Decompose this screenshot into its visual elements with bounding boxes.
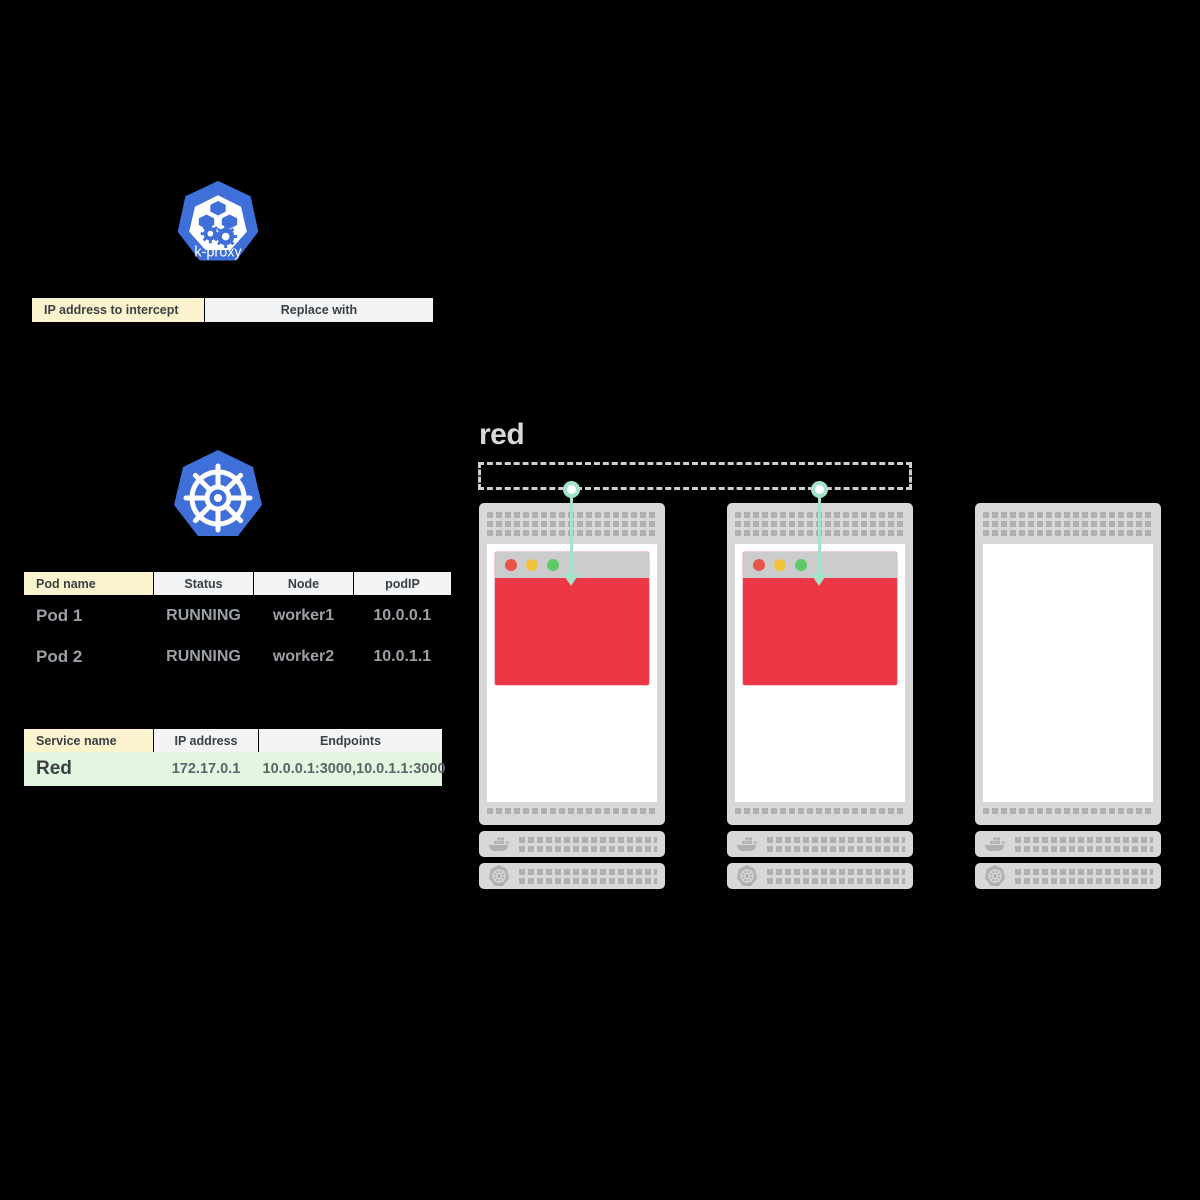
table-header-row: Pod name Status Node podIP [24, 572, 451, 595]
kubernetes-wheel-icon [735, 864, 759, 888]
connector-arrow-node-2 [811, 574, 827, 586]
rack-vent [767, 836, 905, 852]
minimize-icon[interactable] [774, 559, 786, 571]
col-ip-address: IP address [153, 729, 259, 752]
docker-rack [975, 831, 1161, 857]
bottom-vent [735, 808, 905, 814]
col-replace-with: Replace with [204, 298, 433, 322]
table-header-row: IP address to intercept Replace with [32, 298, 433, 322]
col-service-name: Service name [24, 729, 154, 752]
intercept-table: IP address to intercept Replace with [32, 298, 433, 322]
kubernetes-rack [975, 863, 1161, 889]
cell-ip-address: 172.17.0.1 [153, 752, 259, 786]
table-header-row: Service name IP address Endpoints [24, 729, 442, 752]
connector-line-node-1 [570, 489, 573, 576]
node-chassis [975, 503, 1161, 825]
rack-vent [519, 868, 657, 884]
docker-icon [735, 832, 759, 856]
cell-pod-name: Pod 1 [24, 595, 154, 636]
cell-status: RUNNING [153, 595, 254, 636]
connector-line-node-2 [818, 489, 821, 576]
k-proxy-icon: k-proxy [170, 178, 266, 274]
kubernetes-icon [168, 448, 268, 548]
col-status: Status [153, 572, 254, 595]
rack-vent [1015, 836, 1153, 852]
col-node: Node [253, 572, 354, 595]
cell-endpoints: 10.0.0.1:3000,10.0.1.1:3000 [258, 752, 446, 786]
kubernetes-rack [479, 863, 665, 889]
kubernetes-wheel-icon [487, 864, 511, 888]
maximize-icon[interactable] [795, 559, 807, 571]
docker-rack [479, 831, 665, 857]
diagram-canvas: k-proxy IP address to intercept Replace … [0, 0, 1200, 1200]
close-icon[interactable] [505, 559, 517, 571]
node-3 [975, 503, 1161, 889]
bottom-vent [983, 808, 1153, 814]
minimize-icon[interactable] [526, 559, 538, 571]
col-ip-to-intercept: IP address to intercept [32, 298, 205, 322]
cell-service-name: Red [24, 752, 154, 786]
docker-icon [487, 832, 511, 856]
bottom-vent [487, 808, 657, 814]
cell-status: RUNNING [153, 636, 254, 677]
service-boundary-box [478, 462, 912, 490]
service-title: red [479, 418, 525, 451]
rack-vent [1015, 868, 1153, 884]
maximize-icon[interactable] [547, 559, 559, 571]
service-table: Service name IP address Endpoints Red 17… [24, 729, 446, 786]
k-proxy-label: k-proxy [194, 245, 242, 261]
app-content-red [495, 578, 649, 685]
kubernetes-wheel-icon [983, 864, 1007, 888]
table-row: Pod 2 RUNNING worker2 10.0.1.1 [24, 636, 451, 677]
docker-icon [983, 832, 1007, 856]
table-row: Pod 1 RUNNING worker1 10.0.0.1 [24, 595, 451, 636]
col-podip: podIP [353, 572, 451, 595]
app-content-red [743, 578, 897, 685]
kubernetes-rack [727, 863, 913, 889]
connector-endpoint-node-2 [811, 481, 828, 498]
rack-vent [519, 836, 657, 852]
connector-arrow-node-1 [563, 574, 579, 586]
docker-rack [727, 831, 913, 857]
table-row: Red 172.17.0.1 10.0.0.1:3000,10.0.1.1:30… [24, 752, 446, 786]
cell-podip: 10.0.1.1 [353, 636, 451, 677]
connector-endpoint-node-1 [563, 481, 580, 498]
node-screen-empty [983, 544, 1153, 802]
cell-podip: 10.0.0.1 [353, 595, 451, 636]
rack-vent [767, 868, 905, 884]
cell-pod-name: Pod 2 [24, 636, 154, 677]
close-icon[interactable] [753, 559, 765, 571]
top-vent [983, 512, 1153, 536]
pods-table: Pod name Status Node podIP Pod 1 RUNNING… [24, 572, 451, 677]
col-endpoints: Endpoints [258, 729, 442, 752]
col-pod-name: Pod name [24, 572, 154, 595]
cell-node: worker1 [253, 595, 354, 636]
cell-node: worker2 [253, 636, 354, 677]
